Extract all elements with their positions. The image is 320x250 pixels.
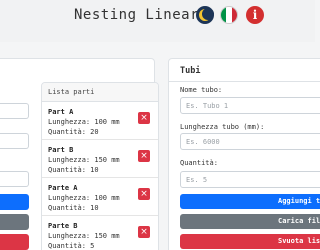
- list-item: Parte B Lunghezza: 150 mm Quantità: 5 ×: [42, 216, 158, 250]
- list-item: Part A Lunghezza: 100 mm Quantità: 20 ×: [42, 102, 158, 140]
- part-quantity: Quantità: 10: [48, 166, 99, 174]
- load-parts-button[interactable]: [0, 214, 29, 230]
- tube-length-input[interactable]: [180, 133, 320, 150]
- part-name-field[interactable]: [0, 103, 29, 119]
- part-quantity: Quantità: 10: [48, 204, 99, 212]
- parts-list-heading: Lista parti: [42, 83, 158, 102]
- add-tube-button[interactable]: Aggiungi tubo: [180, 194, 320, 209]
- italy-flag-icon[interactable]: [220, 6, 238, 24]
- info-icon[interactable]: i: [246, 6, 264, 24]
- part-length-field[interactable]: [0, 133, 29, 149]
- part-quantity: Quantità: 20: [48, 128, 99, 136]
- tubes-card: Tubi Nome tubo: Lunghezza tubo (mm): Qua…: [168, 58, 320, 250]
- tube-quantity-label: Quantità:: [180, 159, 218, 167]
- page-title: Nesting Lineare: [74, 7, 208, 23]
- clear-parts-button[interactable]: [0, 234, 29, 250]
- app-header: Nesting Lineare i: [0, 0, 315, 42]
- tube-name-label: Nome tubo:: [180, 86, 223, 94]
- tubes-divider: [169, 81, 320, 82]
- list-item: Parte A Lunghezza: 100 mm Quantità: 10 ×: [42, 178, 158, 216]
- load-file-button[interactable]: Carica file: [180, 214, 320, 229]
- parts-list-panel: Lista parti Part A Lunghezza: 100 mm Qua…: [41, 82, 159, 250]
- add-part-button[interactable]: [0, 194, 29, 210]
- clear-list-button[interactable]: Svuota lista: [180, 234, 320, 249]
- list-item: Part B Lunghezza: 150 mm Quantità: 10 ×: [42, 140, 158, 178]
- delete-part-button[interactable]: ×: [138, 226, 150, 238]
- moon-icon[interactable]: [196, 6, 214, 24]
- delete-part-button[interactable]: ×: [138, 150, 150, 162]
- tube-name-input[interactable]: [180, 97, 320, 114]
- tubes-title: Tubi: [180, 66, 201, 76]
- delete-part-button[interactable]: ×: [138, 112, 150, 124]
- part-quantity: Quantità: 5: [48, 242, 95, 250]
- delete-part-button[interactable]: ×: [138, 188, 150, 200]
- tube-length-label: Lunghezza tubo (mm):: [180, 123, 265, 131]
- part-quantity-field[interactable]: [0, 171, 29, 187]
- tube-quantity-input[interactable]: [180, 171, 320, 188]
